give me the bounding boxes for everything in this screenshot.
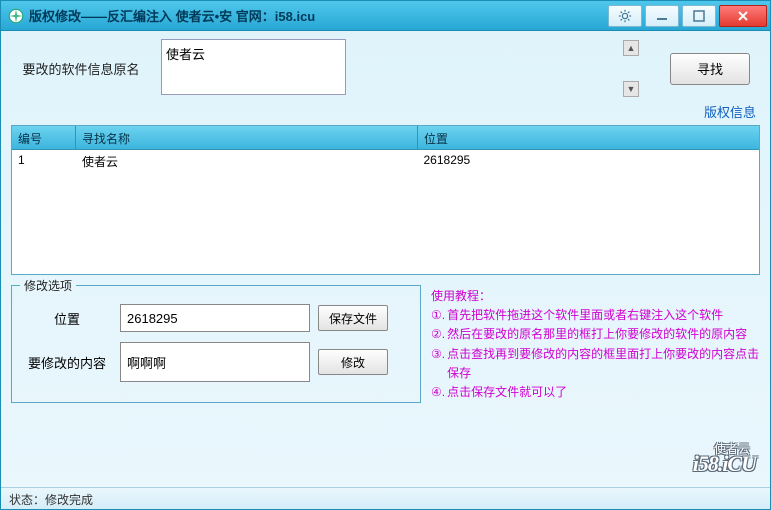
original-name-wrap: 使者云 ▲ ▼ (161, 39, 640, 98)
cell-name: 使者云 (76, 150, 418, 172)
chevron-down-icon: ▼ (627, 84, 636, 94)
tutorial-step-2: ②. 然后在要改的原名那里的框打上你要修改的软件的原内容 (431, 325, 760, 344)
step-num: ③. (431, 345, 445, 383)
settings-button[interactable] (608, 5, 642, 27)
watermark-text: i58.iCU (693, 451, 756, 477)
modify-button[interactable]: 修改 (318, 349, 388, 375)
tutorial-panel: 使用教程： ①. 首先把软件拖进这个软件里面或者右键注入这个软件 ②. 然后在要… (431, 285, 760, 403)
close-icon (737, 10, 749, 22)
step-num: ①. (431, 306, 445, 325)
col-name[interactable]: 寻找名称 (76, 126, 418, 149)
tutorial-step-1: ①. 首先把软件拖进这个软件里面或者右键注入这个软件 (431, 306, 760, 325)
tutorial-title: 使用教程： (431, 287, 760, 306)
position-label: 位置 (22, 309, 112, 328)
watermark-text-small: 使者云 (714, 440, 750, 457)
position-row: 位置 保存文件 (22, 304, 410, 332)
table-body: 1 使者云 2618295 (12, 150, 759, 172)
step-num: ②. (431, 325, 445, 344)
table-row[interactable]: 1 使者云 2618295 (12, 150, 759, 172)
cell-position: 2618295 (418, 150, 760, 172)
search-row: 要改的软件信息原名 使者云 ▲ ▼ 寻找 (11, 39, 760, 98)
minimize-icon (656, 10, 668, 22)
maximize-button[interactable] (682, 5, 716, 27)
gear-icon (618, 9, 632, 23)
tutorial-step-3: ③. 点击查找再到要修改的内容的框里面打上你要改的内容点击保存 (431, 345, 760, 383)
step-text: 首先把软件拖进这个软件里面或者右键注入这个软件 (447, 306, 723, 325)
results-table: 编号 寻找名称 位置 1 使者云 2618295 (11, 125, 760, 275)
chevron-up-icon: ▲ (627, 43, 636, 53)
window-controls (608, 5, 770, 27)
save-file-button[interactable]: 保存文件 (318, 305, 388, 331)
statusbar: 状态：修改完成 (1, 487, 770, 509)
step-text: 点击查找再到要修改的内容的框里面打上你要改的内容点击保存 (447, 345, 760, 383)
titlebar: 版权修改——反汇编注入 使者云•安 官网：i58.icu (1, 1, 770, 31)
scroll-down-button[interactable]: ▼ (623, 81, 639, 97)
original-name-input[interactable]: 使者云 (161, 39, 346, 95)
app-icon (7, 7, 25, 25)
step-num: ④. (431, 383, 445, 402)
window-title: 版权修改——反汇编注入 使者云•安 官网：i58.icu (29, 6, 315, 25)
status-label: 状态： (9, 493, 45, 507)
step-text: 然后在要改的原名那里的框打上你要修改的软件的原内容 (447, 325, 747, 344)
content-input[interactable] (120, 342, 310, 382)
table-header: 编号 寻找名称 位置 (12, 126, 759, 150)
content-label: 要修改的内容 (22, 353, 112, 372)
col-position[interactable]: 位置 (418, 126, 759, 149)
bottom-row: 修改选项 位置 保存文件 要修改的内容 修改 使用教程： ①. 首先把软件拖进这… (11, 285, 760, 403)
edit-options-group: 修改选项 位置 保存文件 要修改的内容 修改 (11, 285, 421, 403)
original-name-label: 要改的软件信息原名 (11, 59, 151, 78)
status-value: 修改完成 (45, 493, 93, 507)
maximize-icon (693, 10, 705, 22)
content-area: 要改的软件信息原名 使者云 ▲ ▼ 寻找 版权信息 编号 寻找名称 位置 (1, 31, 770, 403)
minimize-button[interactable] (645, 5, 679, 27)
col-id[interactable]: 编号 (12, 126, 76, 149)
copyright-link[interactable]: 版权信息 (11, 102, 756, 121)
step-text: 点击保存文件就可以了 (447, 383, 567, 402)
find-button[interactable]: 寻找 (670, 53, 750, 85)
tutorial-step-4: ④. 点击保存文件就可以了 (431, 383, 760, 402)
edit-group-title: 修改选项 (20, 277, 76, 294)
position-input[interactable] (120, 304, 310, 332)
content-row: 要修改的内容 修改 (22, 342, 410, 382)
close-button[interactable] (719, 5, 767, 27)
cell-id: 1 (12, 150, 76, 172)
app-window: 版权修改——反汇编注入 使者云•安 官网：i58.icu 要改的软件信息原名 使… (0, 0, 771, 510)
scroll-up-button[interactable]: ▲ (623, 40, 639, 56)
